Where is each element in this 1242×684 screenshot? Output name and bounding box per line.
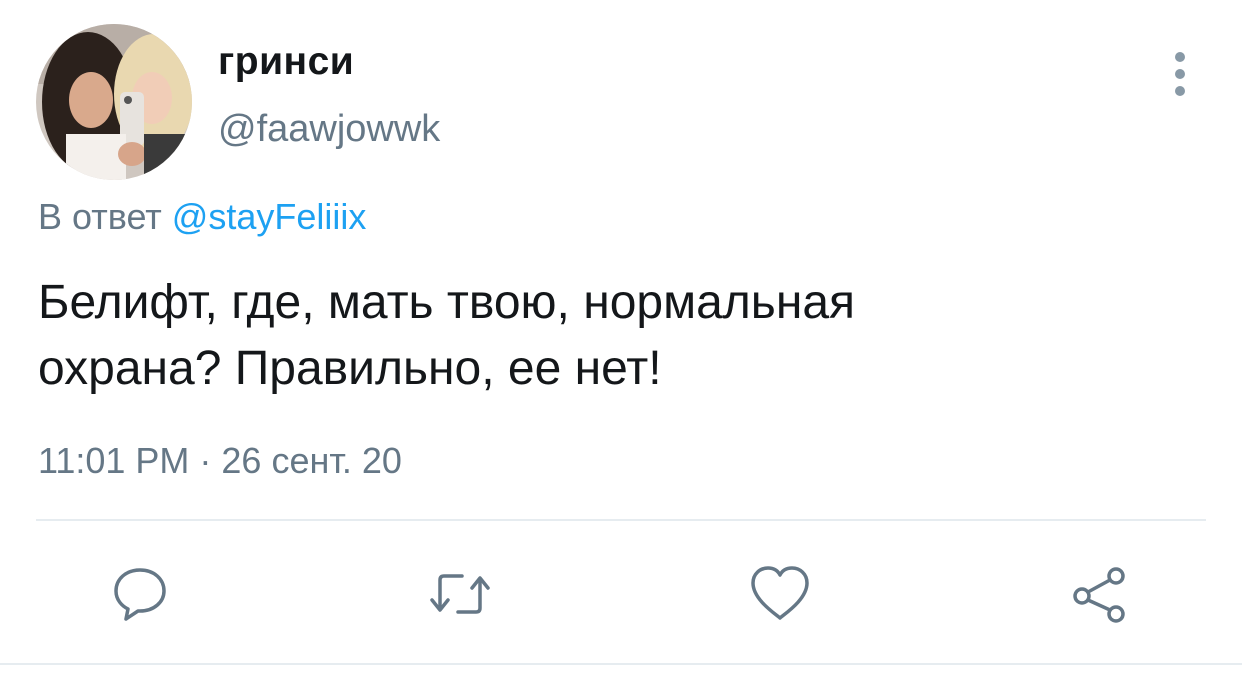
tweet-text-line: охрана? Правильно, ее нет! (38, 342, 662, 395)
avatar-image (36, 24, 192, 180)
user-avatar[interactable] (36, 24, 192, 180)
more-vertical-icon-dot (1175, 86, 1185, 96)
user-handle[interactable]: @faawjowwk (218, 108, 440, 151)
share-button[interactable] (1068, 562, 1132, 626)
retweet-button[interactable] (428, 562, 492, 626)
tweet-timestamp[interactable]: 11:01 PM · 26 сент. 20 (38, 440, 402, 482)
reply-icon (114, 568, 166, 621)
heart-icon (751, 566, 809, 620)
more-vertical-icon-dot (1175, 69, 1185, 79)
retweet-icon (430, 574, 490, 614)
like-button[interactable] (748, 562, 812, 626)
share-icon (1073, 567, 1125, 623)
more-options-button[interactable] (1160, 52, 1200, 96)
more-vertical-icon (1175, 52, 1185, 62)
divider (36, 519, 1206, 521)
reply-button[interactable] (108, 562, 172, 626)
bottom-divider (0, 663, 1242, 665)
reply-prefix: В ответ (38, 196, 162, 237)
reply-mention-link[interactable]: @stayFeliiix (172, 196, 367, 237)
tweet-text: Белифт, где, мать твою, нормальная охран… (38, 270, 1198, 402)
tweet-text-line: Белифт, где, мать твою, нормальная (38, 276, 856, 329)
tweet-detail: гринси @faawjowwk В ответ @stayFeliiix Б… (0, 0, 1242, 684)
reply-context: В ответ @stayFeliiix (38, 196, 366, 238)
display-name[interactable]: гринси (218, 40, 354, 84)
